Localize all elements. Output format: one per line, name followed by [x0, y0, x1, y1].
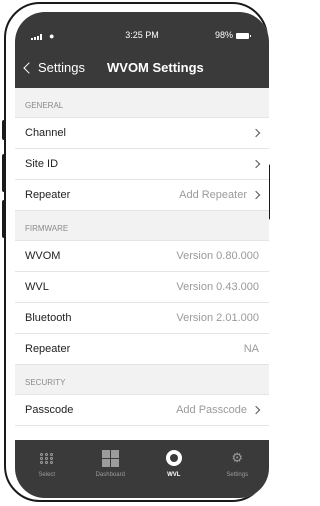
settings-list: GENERAL Channel Site ID Repeater Add Rep… — [15, 88, 269, 440]
tab-wvl[interactable]: WVL — [142, 440, 206, 498]
tab-label: Dashboard — [95, 472, 125, 478]
row-value: Version 0.43.000 — [176, 281, 259, 293]
row-value: Add Passcode — [176, 404, 247, 416]
tab-label: Settings — [226, 472, 249, 478]
screen: ● 3:25 PM 98% Settings WVOM Settings GEN… — [15, 12, 269, 498]
row-label: Repeater — [25, 189, 71, 201]
row-label: Repeater — [25, 343, 71, 355]
row-wvl-version: WVL Version 0.43.000 — [15, 272, 269, 303]
section-header-general: GENERAL — [15, 88, 269, 118]
tab-select[interactable]: Select — [15, 440, 79, 498]
tab-label: WVL — [167, 472, 181, 478]
top-bar: ● 3:25 PM 98% Settings WVOM Settings — [15, 12, 269, 88]
back-label: Settings — [38, 60, 85, 75]
row-value: Version 0.80.000 — [176, 250, 259, 262]
wvl-icon — [165, 450, 182, 466]
row-label: Site ID — [25, 158, 59, 170]
battery-percent: 98% — [214, 30, 233, 40]
row-value: Version 2.01.000 — [176, 312, 259, 324]
chevron-right-icon — [251, 128, 261, 138]
row-bluetooth-version: Bluetooth Version 2.01.000 — [15, 303, 269, 334]
nav-bar: Settings WVOM Settings — [15, 60, 269, 82]
chevron-left-icon — [23, 61, 35, 74]
row-channel[interactable]: Channel — [15, 118, 269, 149]
back-button[interactable]: Settings — [23, 60, 85, 75]
mute-switch — [2, 120, 6, 140]
row-repeater-version: Repeater NA — [15, 334, 269, 365]
page-title: WVOM Settings — [107, 60, 204, 75]
row-passcode[interactable]: Passcode Add Passcode — [15, 395, 269, 426]
section-header-firmware: FIRMWARE — [15, 211, 269, 241]
section-header-security: SECURITY — [15, 365, 269, 395]
row-label: Passcode — [25, 404, 74, 416]
dashboard-icon — [101, 449, 119, 467]
row-label: WVL — [25, 281, 49, 293]
row-label: Bluetooth — [25, 312, 72, 324]
status-bar: ● 3:25 PM 98% — [15, 30, 269, 44]
volume-down-button — [2, 200, 6, 238]
gear-icon: ⚙ — [231, 450, 244, 465]
row-label: WVOM — [25, 250, 61, 262]
battery-icon — [236, 32, 251, 39]
chevron-right-icon — [251, 159, 261, 169]
row-wvom-version: WVOM Version 0.80.000 — [15, 241, 269, 272]
tab-label: Select — [38, 472, 56, 478]
tab-dashboard[interactable]: Dashboard — [79, 440, 143, 498]
row-value: NA — [243, 343, 259, 355]
volume-up-button — [2, 154, 6, 192]
row-site-id[interactable]: Site ID — [15, 149, 269, 180]
chevron-right-icon — [251, 190, 261, 200]
row-label: Channel — [25, 127, 66, 139]
row-value: Add Repeater — [179, 189, 247, 201]
phone-frame: ● 3:25 PM 98% Settings WVOM Settings GEN… — [2, 2, 270, 502]
tab-bar: Select Dashboard WVL ⚙ Settings — [15, 440, 269, 498]
row-repeater[interactable]: Repeater Add Repeater — [15, 180, 269, 211]
chevron-right-icon — [251, 405, 261, 415]
tab-settings[interactable]: ⚙ Settings — [206, 440, 270, 498]
dot-grid-icon — [39, 452, 54, 464]
battery-indicator: 98% — [214, 30, 251, 40]
